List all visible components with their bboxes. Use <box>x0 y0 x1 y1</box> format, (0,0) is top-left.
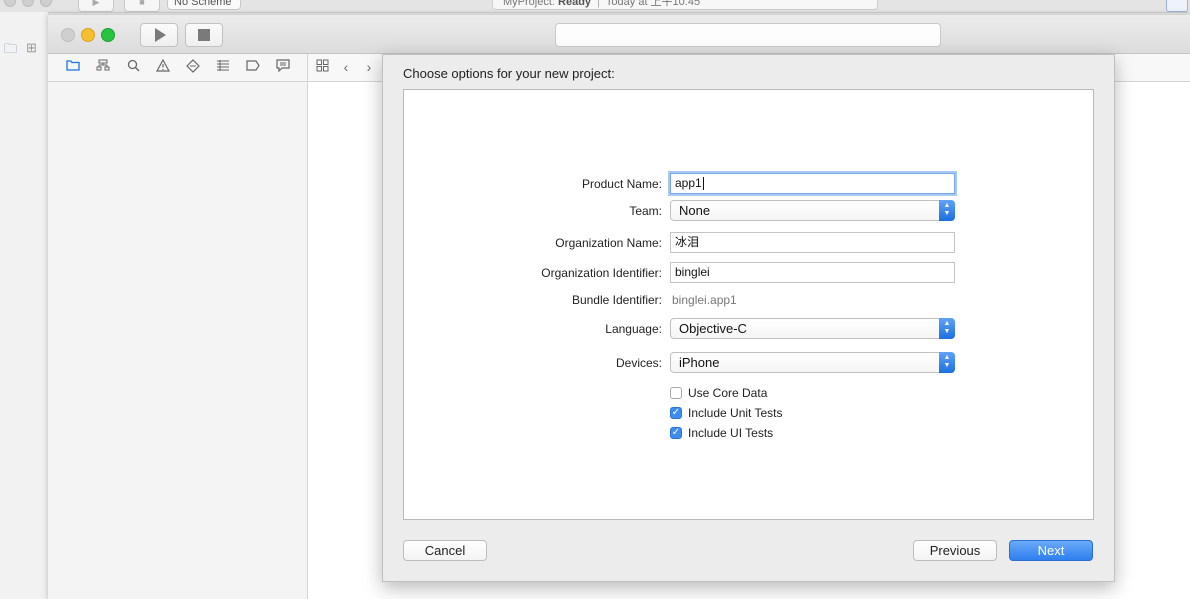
devices-label: Devices: <box>615 356 662 370</box>
bg-close-light[interactable] <box>4 0 16 7</box>
new-project-sheet: Choose options for your new project: Pro… <box>382 54 1115 582</box>
folder-icon[interactable] <box>64 59 82 75</box>
language-value: Objective-C <box>679 321 747 336</box>
navigator-area <box>48 82 308 599</box>
hierarchy-icon[interactable] <box>94 59 112 75</box>
include-unit-tests-checkbox[interactable]: ✓ Include Unit Tests <box>670 405 783 421</box>
previous-button[interactable]: Previous <box>913 540 997 561</box>
team-popup[interactable]: None ▲ ▼ <box>670 200 955 221</box>
stop-button[interactable] <box>185 23 223 47</box>
cancel-button[interactable]: Cancel <box>403 540 487 561</box>
bg-stop-button[interactable]: ■ <box>124 0 160 12</box>
product-name-label: Product Name: <box>581 177 662 191</box>
bundle-identifier-value: binglei.app1 <box>672 293 737 307</box>
bg-navigator-strip: 🗀 ⊞ <box>0 12 49 599</box>
language-popup[interactable]: Objective-C ▲ ▼ <box>670 318 955 339</box>
include-ui-tests-checkbox[interactable]: ✓ Include UI Tests <box>670 425 773 441</box>
organization-name-field[interactable]: 冰泪 <box>670 232 955 253</box>
bg-run-button[interactable]: ▶ <box>78 0 114 12</box>
team-label: Team: <box>629 204 662 218</box>
minimize-window-icon[interactable] <box>81 28 95 42</box>
organization-identifier-field[interactable]: binglei <box>670 262 955 283</box>
navigator-selector-bar <box>48 54 308 82</box>
product-name-value: app1 <box>675 176 702 190</box>
next-button[interactable]: Next <box>1009 540 1093 561</box>
organization-identifier-label: Organization Identifier: <box>541 266 662 280</box>
report-icon[interactable] <box>274 59 292 75</box>
devices-value: iPhone <box>679 355 720 370</box>
bundle-identifier-label: Bundle Identifier: <box>571 293 662 307</box>
close-window-icon[interactable] <box>61 28 75 42</box>
devices-popup[interactable]: iPhone ▲ ▼ <box>670 352 955 373</box>
up-down-arrows-icon: ▲ ▼ <box>939 318 955 339</box>
bg-minimize-light[interactable] <box>22 0 34 7</box>
bg-scheme-selector[interactable]: No Scheme <box>167 0 241 10</box>
organization-name-label: Organization Name: <box>555 236 662 250</box>
sheet-title: Choose options for your new project: <box>403 66 615 81</box>
debug-icon[interactable] <box>214 59 232 75</box>
language-label: Language: <box>605 322 662 336</box>
forward-chevron-icon[interactable]: › <box>361 59 377 75</box>
checkmark-icon[interactable]: ✓ <box>670 407 682 419</box>
text-caret <box>702 177 704 191</box>
play-icon <box>155 28 166 42</box>
related-items-icon[interactable] <box>314 59 330 75</box>
use-core-data-label: Use Core Data <box>688 386 768 400</box>
bg-activity-view: MyProject: Ready | Today at 上午10:45 <box>492 0 878 10</box>
bg-activity-project: MyProject: <box>503 0 555 8</box>
bg-hierarchy-icon[interactable]: ⊞ <box>26 40 37 56</box>
checkbox-box[interactable] <box>670 387 682 399</box>
test-icon[interactable] <box>184 59 202 75</box>
run-button[interactable] <box>140 23 178 47</box>
checkmark-icon[interactable]: ✓ <box>670 427 682 439</box>
include-unit-tests-label: Include Unit Tests <box>688 406 783 420</box>
warning-icon[interactable] <box>154 58 172 75</box>
background-toolbar: ▶ ■ No Scheme MyProject: Ready | Today at … <box>0 0 1190 13</box>
activity-view <box>555 23 941 47</box>
back-chevron-icon[interactable]: ‹ <box>338 59 354 75</box>
bg-activity-time: Today at 上午10:45 <box>605 0 701 8</box>
bg-activity-status: Ready <box>558 0 592 8</box>
zoom-window-icon[interactable] <box>101 28 115 42</box>
search-icon[interactable] <box>124 59 142 75</box>
up-down-arrows-icon: ▲ ▼ <box>939 200 955 221</box>
window-toolbar <box>48 15 1190 54</box>
bg-zoom-light[interactable] <box>40 0 52 7</box>
stop-icon <box>198 29 210 41</box>
team-value: None <box>679 203 711 218</box>
product-name-field[interactable]: app1 <box>670 173 955 194</box>
bg-editor-layout-icon[interactable] <box>1166 0 1188 12</box>
bg-folder-icon[interactable]: 🗀 <box>4 40 17 62</box>
breakpoint-icon[interactable] <box>244 59 262 75</box>
include-ui-tests-label: Include UI Tests <box>688 426 774 440</box>
use-core-data-checkbox[interactable]: Use Core Data <box>670 385 767 401</box>
options-panel: Product Name: app1 Team: None ▲ ▼ Organiza… <box>403 89 1094 520</box>
up-down-arrows-icon: ▲ ▼ <box>939 352 955 373</box>
